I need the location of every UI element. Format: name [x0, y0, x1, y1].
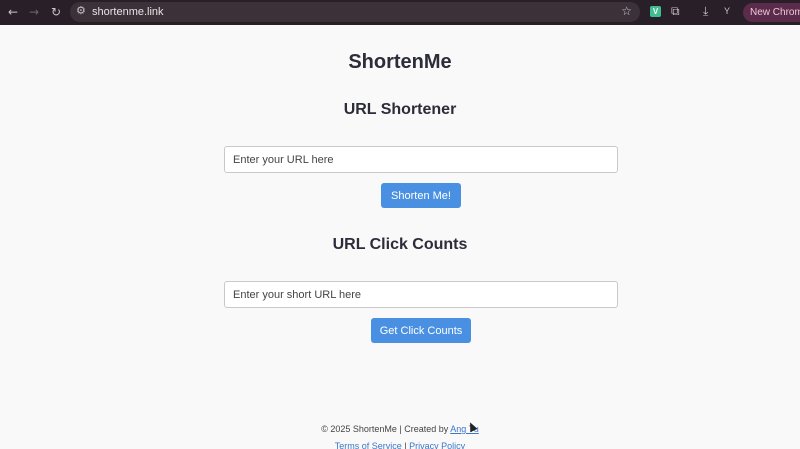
bookmark-star-icon[interactable]: ☆ [621, 4, 632, 18]
footer-links: Terms of Service | Privacy Policy [0, 441, 800, 449]
url-input[interactable] [224, 146, 618, 173]
site-info-icon[interactable]: ⚙ [76, 4, 86, 17]
shorten-button[interactable]: Shorten Me! [381, 183, 461, 208]
page-content: ShortenMe URL Shortener Shorten Me! URL … [0, 25, 800, 449]
url-shortener-heading: URL Shortener [343, 101, 457, 118]
download-icon[interactable]: ⤓ [703, 4, 708, 19]
browser-toolbar: ← → ↻ ⚙ shortenme.link ☆ V ⧉ ⤓ Y New Chr… [0, 0, 800, 25]
copyright-text: © 2025 ShortenMe | Created by [321, 424, 451, 434]
privacy-policy-link[interactable]: Privacy Policy [409, 441, 465, 449]
get-click-counts-button[interactable]: Get Click Counts [371, 318, 471, 343]
forward-arrow-icon[interactable]: → [26, 4, 42, 20]
extension-icon[interactable]: V [650, 6, 661, 17]
site-title: ShortenMe [348, 51, 452, 73]
terms-of-service-link[interactable]: Terms of Service [335, 441, 402, 449]
back-arrow-icon[interactable]: ← [5, 4, 21, 20]
address-bar[interactable]: ⚙ shortenme.link ☆ [70, 2, 640, 22]
address-bar-url[interactable]: shortenme.link [92, 6, 164, 18]
profile-avatar[interactable]: Y [724, 6, 730, 16]
reload-icon[interactable]: ↻ [48, 4, 64, 20]
short-url-input[interactable] [224, 281, 618, 308]
click-counts-heading: URL Click Counts [332, 236, 468, 253]
extensions-puzzle-icon[interactable]: ⧉ [671, 4, 680, 19]
new-chrome-available-chip[interactable]: New Chrome a [743, 3, 800, 22]
footer-copyright: © 2025 ShortenMe | Created by Ang Tu [0, 424, 800, 434]
